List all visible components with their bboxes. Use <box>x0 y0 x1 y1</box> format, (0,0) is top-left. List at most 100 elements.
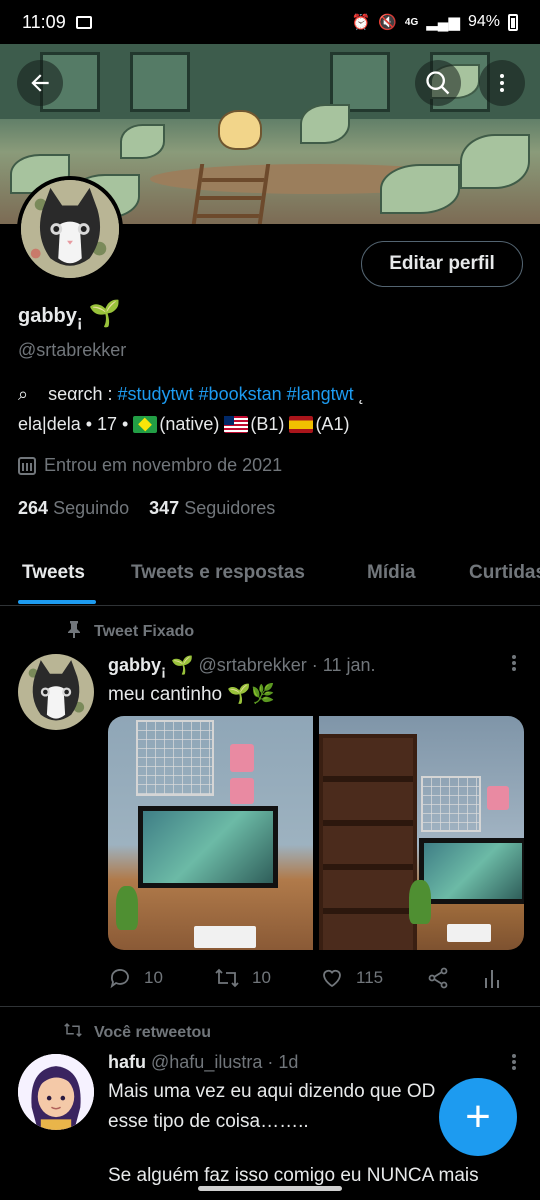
photo-desk-mat <box>194 926 256 948</box>
tweet-more-button[interactable] <box>502 1053 525 1071</box>
photo-frog <box>409 880 431 924</box>
bio-pronouns-age: ela|dela • 17 • <box>18 414 134 434</box>
join-date-text: Entrou em novembro de 2021 <box>44 455 283 475</box>
like-button[interactable]: 115 <box>320 966 383 990</box>
profile-avatar[interactable] <box>17 176 123 282</box>
banner-leaf <box>380 164 460 214</box>
tweet-time[interactable]: · 11 jan. <box>312 655 376 675</box>
edit-profile-button[interactable]: Editar perfil <box>361 241 523 287</box>
analytics-icon <box>485 970 499 988</box>
retweet-button[interactable]: 10 <box>214 966 271 990</box>
more-options-button[interactable] <box>479 60 525 106</box>
banner-leaf <box>300 104 350 144</box>
mute-icon: 🔇 <box>378 14 397 31</box>
share-button[interactable] <box>426 966 450 990</box>
retweet-count: 10 <box>252 968 271 987</box>
search-button[interactable] <box>415 60 461 106</box>
tab-tweets-replies[interactable]: Tweets e respostas <box>131 548 305 598</box>
display-name: gabby¡ 🌱 <box>18 298 121 332</box>
arrow-left-icon <box>31 74 49 92</box>
tab-media[interactable]: Mídia <box>367 548 416 598</box>
status-icons: ⏰ 🔇 4G ▂▄▆ 94% <box>352 13 518 31</box>
tab-tweets[interactable]: Tweets <box>22 548 85 598</box>
tweet-author-handle[interactable]: @srtabrekker <box>198 655 306 675</box>
retweet-icon <box>62 1021 82 1044</box>
following-count: 264 <box>18 498 49 518</box>
tab-likes[interactable]: Curtidas <box>469 548 540 598</box>
signal-icon: ▂▄▆ <box>426 14 460 31</box>
banner-leaf <box>120 124 165 159</box>
calendar-icon <box>18 456 36 475</box>
retweet-context: Você retweetou <box>62 1021 211 1044</box>
tweet-time[interactable]: · 1d <box>267 1052 298 1072</box>
join-date: Entrou em novembro de 2021 <box>18 455 282 476</box>
retweet-icon <box>215 968 239 988</box>
reply-button[interactable]: 10 <box>108 966 163 990</box>
profile-tabs: Tweets Tweets e respostas Mídia Curtidas <box>0 548 540 606</box>
banner-leaf <box>460 134 530 189</box>
tweet-text-line-3: Se alguém faz isso comigo eu NUNCA mais <box>108 1165 479 1186</box>
tweet-text: meu cantinho 🌱🌿 <box>108 684 275 705</box>
clock: 11:09 <box>22 11 66 32</box>
photo-desk-mat <box>447 924 491 942</box>
battery-percent: 94% <box>467 13 500 30</box>
name-suffix: ¡ <box>76 312 83 331</box>
tweet-photo-1[interactable] <box>108 716 313 950</box>
tweet-avatar[interactable] <box>18 654 94 730</box>
lang-b1: (B1) <box>250 414 285 434</box>
photo-art <box>487 786 509 810</box>
photo-art <box>230 744 254 772</box>
back-button[interactable] <box>17 60 63 106</box>
liberia-flag-icon <box>224 416 249 433</box>
analytics-button[interactable] <box>482 966 502 990</box>
tweet-more-button[interactable] <box>502 654 525 672</box>
name-suffix: ¡ <box>161 662 167 680</box>
heart-icon <box>323 969 341 988</box>
photo-bookshelf <box>319 734 417 950</box>
tweet-author-handle[interactable]: @hafu_ilustra <box>151 1052 262 1072</box>
tweet-author-name[interactable]: hafu <box>108 1052 146 1072</box>
followers-count: 347 <box>149 498 180 518</box>
followers-label: Seguidores <box>184 498 276 518</box>
active-tab-indicator <box>18 600 96 604</box>
alarm-icon: ⏰ <box>351 14 371 31</box>
plus-icon: + <box>465 1092 491 1141</box>
display-name-text: gabby <box>18 305 77 327</box>
retweet-context-label: Você retweetou <box>94 1023 212 1041</box>
illustrated-avatar-image <box>18 1054 94 1130</box>
more-vertical-icon <box>512 655 516 671</box>
tweet-author-name[interactable]: gabby <box>108 655 161 675</box>
compose-tweet-button[interactable]: + <box>439 1078 517 1156</box>
spain-flag-icon <box>289 416 314 433</box>
tweet-avatar[interactable] <box>18 1054 94 1130</box>
photo-grid-board <box>136 720 214 796</box>
tweet-divider <box>0 1006 540 1007</box>
followers-link[interactable]: 347 Seguidores <box>149 498 275 518</box>
following-link[interactable]: 264 Seguindo <box>18 498 129 518</box>
tweet-header: gabby¡ 🌱 @srtabrekker · 11 jan. <box>108 655 376 680</box>
gallery-notification-icon <box>75 15 92 29</box>
bio-search-text: ⌕ seαrch : <box>18 384 118 404</box>
photo-monitor <box>419 838 524 904</box>
tweet-photo-2[interactable] <box>319 716 524 950</box>
tweet-media[interactable] <box>108 716 524 950</box>
banner-pane <box>330 52 390 112</box>
cat-avatar-image <box>21 180 119 278</box>
reply-count: 10 <box>144 968 163 987</box>
bio-hashtags[interactable]: #studytwt #bookstan #langtwt <box>118 384 354 404</box>
cat-avatar-image <box>18 654 94 730</box>
reply-icon <box>110 969 129 989</box>
network-type: 4G <box>404 16 419 28</box>
home-indicator[interactable] <box>198 1186 342 1191</box>
more-vertical-icon <box>512 1054 516 1070</box>
profile-handle: @srtabrekker <box>18 340 127 360</box>
pinned-context: Tweet Fixado <box>62 620 194 643</box>
photo-grid-board <box>421 776 481 832</box>
like-count: 115 <box>356 968 384 987</box>
following-label: Seguindo <box>53 498 130 518</box>
tweet-text-line-1: Mais uma vez eu aqui dizendo que OD <box>108 1081 436 1102</box>
more-vertical-icon <box>500 74 504 92</box>
search-icon <box>426 71 450 95</box>
pinned-label: Tweet Fixado <box>94 622 195 640</box>
brazil-flag-icon <box>133 416 158 433</box>
